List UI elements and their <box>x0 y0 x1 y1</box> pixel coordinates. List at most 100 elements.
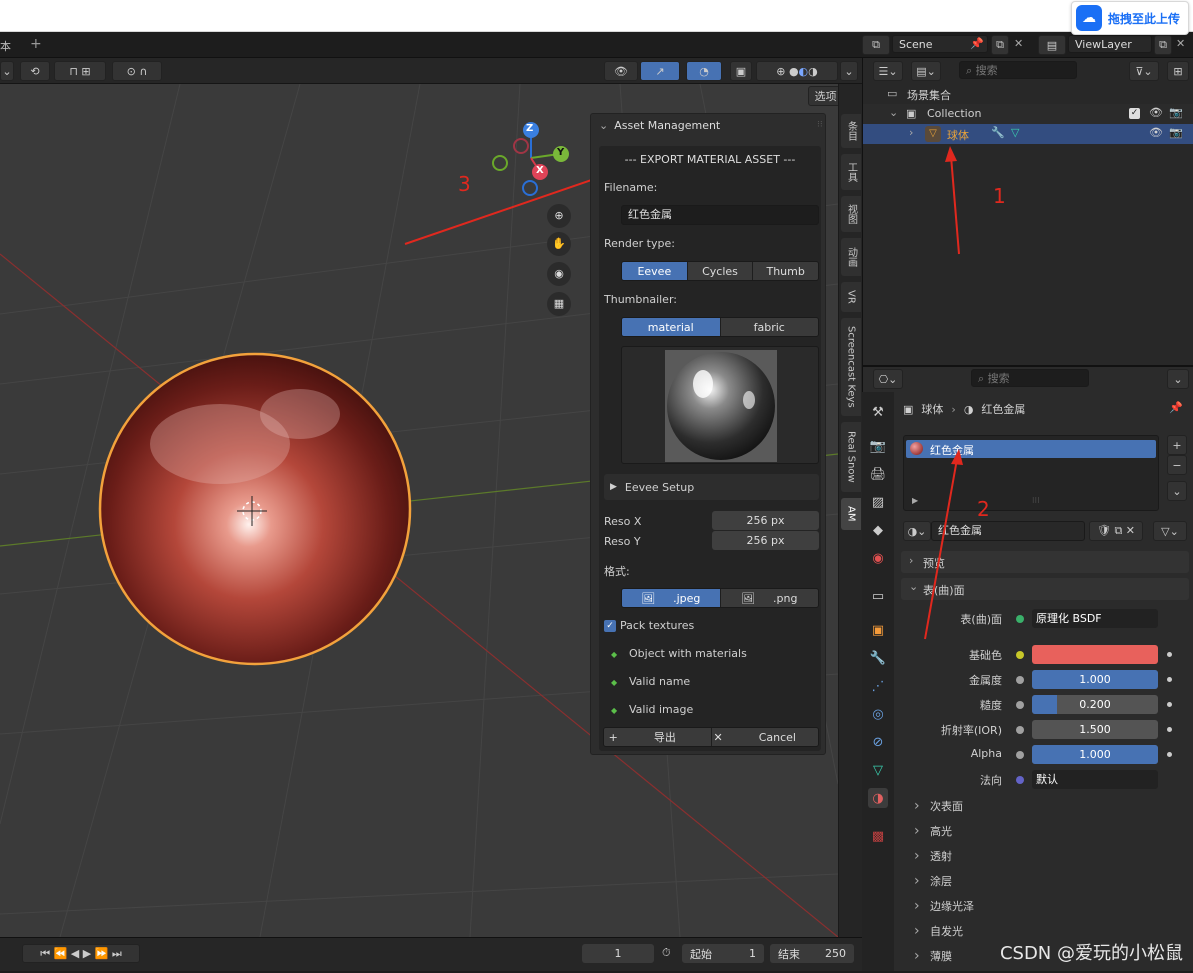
subpanel-subsurface[interactable]: 次表面 <box>914 798 963 814</box>
pan-hand-icon[interactable]: ✋ <box>547 232 571 256</box>
outliner-search-input[interactable]: ⌕ 搜索 <box>959 61 1077 79</box>
format-jpeg[interactable]: 🖼 .jpeg <box>622 589 721 607</box>
perspective-grid-icon[interactable]: ▦ <box>547 292 571 316</box>
render-tab-icon[interactable]: 📷 <box>868 436 888 456</box>
properties-options-icon[interactable]: ⌄ <box>1167 369 1189 389</box>
properties-search-input[interactable]: ⌕ 搜索 <box>971 369 1089 387</box>
pin-icon[interactable]: 📌 <box>970 37 984 50</box>
material-user-actions[interactable]: 🛡 ⧉ ✕ <box>1089 521 1143 541</box>
eye-icon[interactable]: 👁 <box>1149 126 1163 139</box>
collection-tab-icon[interactable]: ▭ <box>868 586 888 606</box>
scene-selector-icon[interactable]: ⧉ <box>862 35 890 55</box>
filename-input[interactable]: 红色金属 <box>621 205 819 225</box>
new-scene-icon[interactable]: ⧉ <box>991 35 1009 55</box>
viewlayer-selector-icon[interactable]: ▤ <box>1038 35 1066 55</box>
mode-dropdown[interactable]: ⌄ <box>0 61 14 81</box>
options-dropdown[interactable]: 选项 ⌄ <box>808 86 838 106</box>
viewlayer-name-field[interactable]: ViewLayer <box>1068 35 1152 53</box>
asset-panel-header[interactable]: ⌄ Asset Management <box>591 114 827 136</box>
material-name-field[interactable]: 红色金属 <box>931 521 1085 541</box>
proportional-edit-icon[interactable]: ⊙ ∩ <box>112 61 162 81</box>
camera-icon[interactable]: ◉ <box>547 262 571 286</box>
output-tab-icon[interactable]: 🖨 <box>868 464 888 484</box>
base-color-swatch[interactable] <box>1032 645 1158 664</box>
new-collection-icon[interactable]: ⊞ <box>1167 61 1189 81</box>
thumbnailer-fabric[interactable]: fabric <box>720 318 818 336</box>
tab-tool[interactable]: 工具 <box>841 154 861 190</box>
shading-dropdown[interactable]: ⌄ <box>840 61 858 81</box>
keyframe-dot-icon[interactable] <box>1167 677 1172 682</box>
object-tab-icon[interactable]: ▣ <box>868 620 888 640</box>
editor-type-icon[interactable]: ☰⌄ <box>873 61 903 81</box>
tab-am[interactable]: AM <box>841 498 861 530</box>
surface-section-header[interactable]: ⌄ 表(曲)面 <box>901 578 1189 600</box>
eye-icon[interactable]: 👁 <box>1149 106 1163 119</box>
keyframe-dot-icon[interactable] <box>1167 752 1172 757</box>
visibility-icon[interactable]: 👁 <box>604 61 638 81</box>
start-frame-field[interactable]: 起始 1 <box>682 944 764 963</box>
pin-icon[interactable]: 📌 <box>1169 401 1183 414</box>
camera-render-icon[interactable]: 📷 <box>1169 126 1183 139</box>
display-mode-icon[interactable]: ▤⌄ <box>911 61 941 81</box>
subpanel-thin-film[interactable]: 薄膜 <box>914 948 952 964</box>
subpanel-specular[interactable]: 高光 <box>914 823 952 839</box>
render-type-eevee[interactable]: Eevee <box>622 262 688 280</box>
properties-editor-type-icon[interactable]: ⎔⌄ <box>873 369 903 389</box>
pack-textures-checkbox[interactable]: ✓ <box>604 620 616 632</box>
modifier-wrench-icon[interactable]: 🔧 <box>868 648 888 668</box>
snap-icon[interactable]: ⊓ ⊞ <box>54 61 106 81</box>
outliner-row-scene-collection[interactable]: ▭ 场景集合 <box>863 84 1193 104</box>
gizmo-toggle-icon[interactable]: ↗ <box>640 61 680 81</box>
add-workspace-button[interactable]: + <box>30 36 42 52</box>
add-slot-button[interactable]: + <box>1167 435 1187 455</box>
material-tab-icon[interactable]: ◑ <box>868 788 888 808</box>
subpanel-sheen[interactable]: 边缘光泽 <box>914 898 974 914</box>
constraints-tab-icon[interactable]: ⊘ <box>868 732 888 752</box>
particles-tab-icon[interactable]: ⋰ <box>868 676 888 696</box>
subpanel-transmission[interactable]: 透射 <box>914 848 952 864</box>
tab-view[interactable]: 视图 <box>841 196 861 232</box>
scene-tab-icon[interactable]: ◆ <box>868 520 888 540</box>
metallic-slider[interactable]: 1.000 <box>1032 670 1158 689</box>
keyframe-dot-icon[interactable] <box>1167 727 1172 732</box>
tab-item[interactable]: 条目 <box>841 114 861 148</box>
tab-real-snow[interactable]: Real Snow <box>841 422 861 492</box>
close-viewlayer-icon[interactable]: ✕ <box>1176 37 1185 50</box>
outliner-row-collection[interactable]: ⌄ ▣ Collection ✓ 👁 📷 <box>863 104 1193 124</box>
surface-shader-field[interactable]: 原理化 BSDF <box>1032 609 1158 628</box>
shading-mode-group[interactable]: ⊕ ● ◐ ◑ <box>756 61 838 81</box>
ior-field[interactable]: 1.500 <box>1032 720 1158 739</box>
zoom-icon[interactable]: ⊕ <box>547 204 571 228</box>
tab-screencast-keys[interactable]: Screencast Keys <box>841 318 861 416</box>
export-button[interactable]: + 导出 <box>604 728 712 746</box>
camera-render-icon[interactable]: 📷 <box>1169 106 1183 119</box>
tab-animation[interactable]: 动画 <box>841 238 861 276</box>
overlay-toggle-icon[interactable]: ◔ <box>686 61 722 81</box>
view-layer-tab-icon[interactable]: ▨ <box>868 492 888 512</box>
subpanel-emission[interactable]: 自发光 <box>914 923 963 939</box>
expand-triangle-icon[interactable]: ▶ <box>912 496 918 505</box>
tool-tab-icon[interactable]: ⚒ <box>868 402 888 422</box>
subpanel-coat[interactable]: 涂层 <box>914 873 952 889</box>
thumbnailer-material[interactable]: material <box>622 318 721 336</box>
end-frame-field[interactable]: 结束 250 <box>770 944 854 963</box>
reso-y-field[interactable]: 256 px <box>712 531 819 550</box>
eevee-setup-subpanel[interactable]: ▶ Eevee Setup <box>604 474 819 500</box>
physics-tab-icon[interactable]: ◎ <box>868 704 888 724</box>
roughness-slider[interactable]: 0.200 <box>1032 695 1158 714</box>
drag-handle-icon[interactable]: ⁝⁝ <box>817 120 823 130</box>
render-type-cycles[interactable]: Cycles <box>687 262 754 280</box>
preview-section-header[interactable]: › 预览 <box>901 551 1189 573</box>
tab-vr[interactable]: VR <box>841 282 861 312</box>
world-tab-icon[interactable]: ◉ <box>868 548 888 568</box>
browse-material-icon[interactable]: ◑⌄ <box>903 521 931 541</box>
new-viewlayer-icon[interactable]: ⧉ <box>1154 35 1172 55</box>
render-type-thumb[interactable]: Thumb <box>753 262 818 280</box>
upload-button[interactable]: ☁ 拖拽至此上传 <box>1070 1 1189 35</box>
slot-specials-button[interactable]: ⌄ <box>1167 481 1187 501</box>
clock-icon[interactable]: ⏱ <box>662 946 671 960</box>
cancel-button[interactable]: ✕ Cancel <box>711 728 818 746</box>
keyframe-dot-icon[interactable] <box>1167 652 1172 657</box>
keyframe-dot-icon[interactable] <box>1167 702 1172 707</box>
material-slot-row[interactable]: 红色金属 <box>906 440 1156 458</box>
